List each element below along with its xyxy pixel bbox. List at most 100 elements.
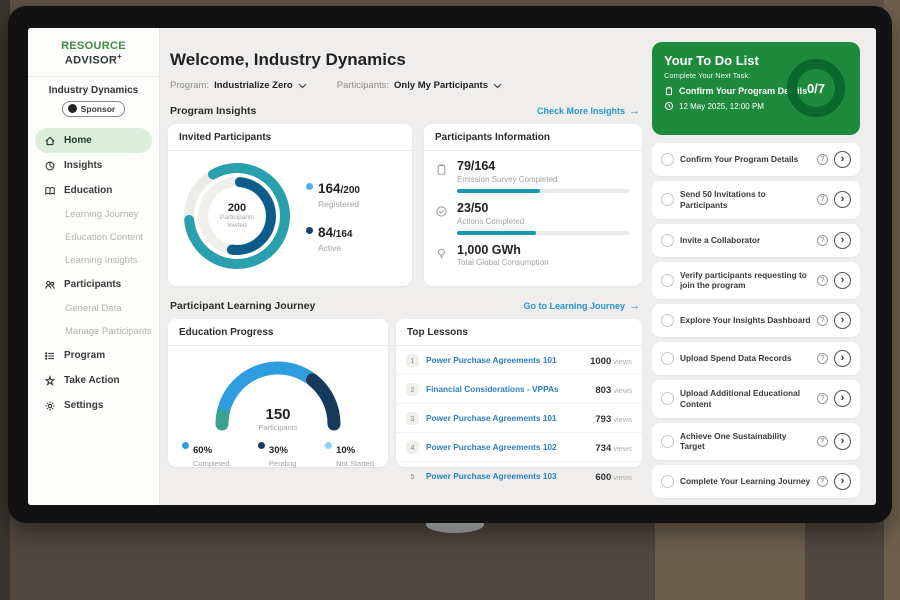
task-open-button[interactable]: ›	[834, 350, 851, 367]
gear-icon	[44, 400, 56, 412]
arrow-right-icon: →	[629, 105, 640, 117]
rank-chip: 3	[406, 412, 419, 425]
rank-chip: 1	[406, 354, 419, 367]
education-gauge-chart: 150 Participants	[203, 352, 353, 432]
chevron-down-icon	[493, 83, 502, 89]
card-title: Invited Participants	[168, 124, 412, 151]
task-checkbox[interactable]	[661, 392, 674, 405]
stat-emission-survey: 79/164 Emission Survey Completed	[435, 160, 629, 193]
legend-dot	[325, 442, 332, 449]
monitor-bezel: RESOURCE ADVISOR+ Industry Dynamics Spon…	[8, 6, 892, 523]
sidebar-item-education[interactable]: Education	[35, 178, 152, 203]
participants-information-card: Participants Information 79/164 Emission…	[424, 124, 642, 286]
task-checkbox[interactable]	[661, 314, 674, 327]
go-to-learning-journey-link[interactable]: Go to Learning Journey →	[523, 300, 640, 312]
sidebar-item-learning-insights[interactable]: Learning Insights	[35, 249, 152, 272]
participants-filter-dropdown[interactable]: Participants: Only My Participants	[337, 80, 502, 91]
todo-progress-ring: 0/7	[783, 55, 849, 121]
legend-active: 84/164 Active	[306, 224, 360, 253]
sidebar-item-participants[interactable]: Participants	[35, 272, 152, 297]
progress-bar	[457, 189, 629, 193]
task-checkbox[interactable]	[661, 153, 674, 166]
education-progress-card: Education Progress 150 Participants	[168, 319, 388, 467]
sidebar-item-education-content[interactable]: Education Content	[35, 226, 152, 249]
sidebar: RESOURCE ADVISOR+ Industry Dynamics Spon…	[28, 28, 160, 505]
lesson-link[interactable]: Power Purchase Agreements 102	[426, 442, 588, 452]
lesson-row: 4 Power Purchase Agreements 102 734views	[396, 433, 642, 462]
todo-item: Send 50 Invitations to Participants ? ›	[652, 181, 860, 219]
lesson-row: 2 Financial Considerations - VPPAs 803vi…	[396, 375, 642, 404]
participants-icon	[44, 279, 56, 291]
task-open-button[interactable]: ›	[834, 433, 851, 450]
rank-chip: 2	[406, 383, 419, 396]
gauge-legend-pending: 30% Pending	[258, 440, 297, 468]
section-title-program-insights: Program Insights	[170, 105, 256, 117]
task-open-button[interactable]: ›	[834, 151, 851, 168]
task-open-button[interactable]: ›	[834, 191, 851, 208]
sidebar-item-insights[interactable]: Insights	[35, 153, 152, 178]
stat-actions-completed: 23/50 Actions Completed	[435, 202, 629, 235]
card-title: Top Lessons	[396, 319, 642, 346]
help-icon[interactable]: ?	[817, 235, 828, 246]
check-more-insights-link[interactable]: Check More Insights →	[537, 105, 640, 117]
program-name: Industry Dynamics	[32, 85, 155, 96]
lesson-link[interactable]: Power Purchase Agreements 103	[426, 471, 588, 481]
help-icon[interactable]: ?	[817, 436, 828, 447]
help-icon[interactable]: ?	[817, 194, 828, 205]
legend-registered: 164/200 Registered	[306, 180, 360, 209]
arrow-right-icon: →	[629, 300, 640, 312]
rank-chip: 5	[406, 470, 419, 483]
task-open-button[interactable]: ›	[834, 232, 851, 249]
card-title: Participants Information	[424, 124, 642, 151]
todo-item: Explore Your Insights Dashboard ? ›	[652, 304, 860, 337]
task-checkbox[interactable]	[661, 234, 674, 247]
book-icon	[44, 185, 56, 197]
list-icon	[44, 350, 56, 362]
lesson-link[interactable]: Financial Considerations - VPPAs	[426, 384, 588, 394]
legend-dot	[306, 183, 313, 190]
help-icon[interactable]: ?	[817, 393, 828, 404]
help-icon[interactable]: ?	[817, 275, 828, 286]
clipboard-icon	[664, 86, 674, 96]
task-checkbox[interactable]	[661, 475, 674, 488]
task-open-button[interactable]: ›	[834, 473, 851, 490]
top-lessons-card: Top Lessons 1 Power Purchase Agreements …	[396, 319, 642, 467]
task-open-button[interactable]: ›	[834, 312, 851, 329]
lesson-link[interactable]: Power Purchase Agreements 101	[426, 355, 583, 365]
legend-dot	[182, 442, 189, 449]
lesson-row: 1 Power Purchase Agreements 101 1000view…	[396, 346, 642, 375]
sidebar-item-home[interactable]: Home	[35, 128, 152, 153]
sidebar-item-take-action[interactable]: Take Action	[35, 368, 152, 393]
program-filter-dropdown[interactable]: Program: Industrialize Zero	[170, 80, 307, 91]
invited-donut-chart: 200 Participants Invited	[178, 157, 296, 275]
task-checkbox[interactable]	[661, 193, 674, 206]
rank-chip: 4	[406, 441, 419, 454]
home-icon	[44, 135, 56, 147]
task-checkbox[interactable]	[661, 435, 674, 448]
sidebar-item-learning-journey[interactable]: Learning Journey	[35, 203, 152, 226]
task-checkbox[interactable]	[661, 352, 674, 365]
help-icon[interactable]: ?	[817, 353, 828, 364]
action-icon	[44, 375, 56, 387]
todo-summary-card: Your To Do List Complete Your Next Task:…	[652, 42, 860, 135]
help-icon[interactable]: ?	[817, 315, 828, 326]
task-checkbox[interactable]	[661, 274, 674, 287]
task-open-button[interactable]: ›	[834, 272, 851, 289]
help-icon[interactable]: ?	[817, 154, 828, 165]
help-icon[interactable]: ?	[817, 476, 828, 487]
lesson-link[interactable]: Power Purchase Agreements 101	[426, 413, 588, 423]
gauge-legend-completed: 60% Completed	[182, 440, 229, 468]
task-open-button[interactable]: ›	[834, 390, 851, 407]
sponsor-badge: Sponsor	[62, 101, 125, 117]
dashboard-screen: RESOURCE ADVISOR+ Industry Dynamics Spon…	[28, 28, 876, 505]
clipboard-icon	[435, 163, 448, 176]
todo-item: Complete Your Learning Journey ? ›	[652, 465, 860, 498]
sidebar-item-general-data[interactable]: General Data	[35, 297, 152, 320]
gauge-legend-not-started: 10% Not Started	[325, 440, 374, 468]
chevron-down-icon	[298, 83, 307, 89]
sidebar-item-manage-participants[interactable]: Manage Participants	[35, 320, 152, 343]
sidebar-item-settings[interactable]: Settings	[35, 393, 152, 418]
todo-item: Upload Spend Data Records ? ›	[652, 342, 860, 375]
lesson-row: 5 Power Purchase Agreements 103 600views	[396, 462, 642, 490]
sidebar-item-program[interactable]: Program	[35, 343, 152, 368]
